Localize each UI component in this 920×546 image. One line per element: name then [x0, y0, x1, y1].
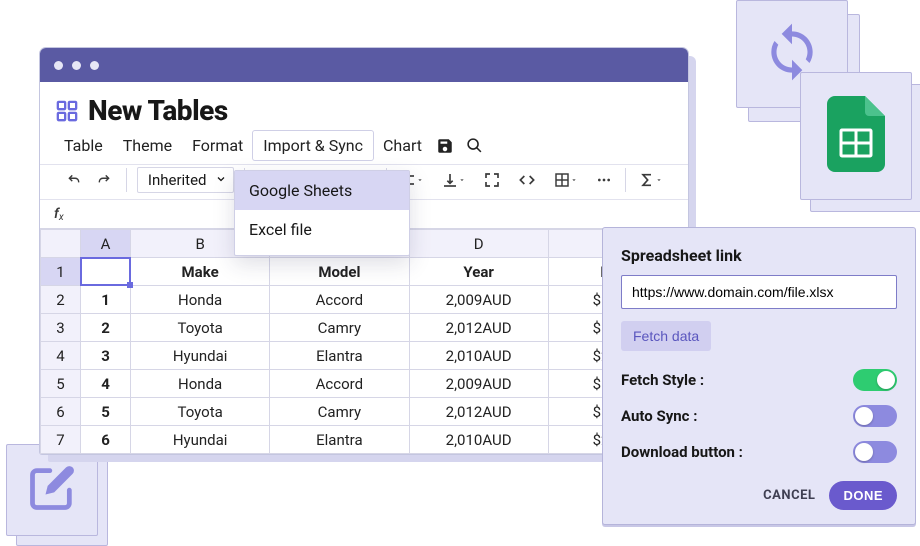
borders-icon[interactable]: [551, 169, 581, 191]
cell[interactable]: Camry: [270, 398, 409, 426]
menu-chart[interactable]: Chart: [373, 131, 432, 160]
cell[interactable]: Hyundai: [131, 426, 270, 454]
menu-table[interactable]: Table: [54, 131, 113, 160]
col-header[interactable]: A: [81, 230, 131, 258]
cell[interactable]: [81, 258, 131, 286]
option-row: Auto Sync :: [621, 405, 897, 427]
cell[interactable]: Elantra: [270, 342, 409, 370]
menu-theme[interactable]: Theme: [113, 131, 182, 160]
code-icon[interactable]: [515, 169, 539, 191]
google-sheets-icon: [827, 96, 885, 176]
sigma-icon[interactable]: [636, 169, 666, 191]
cell[interactable]: Honda: [131, 370, 270, 398]
window-control-dot[interactable]: [72, 61, 81, 70]
edit-card: [6, 444, 98, 536]
cell[interactable]: Accord: [270, 286, 409, 314]
redo-icon[interactable]: [92, 170, 116, 190]
cell[interactable]: 2,012AUD: [409, 398, 548, 426]
option-row: Fetch Style :: [621, 369, 897, 391]
chevron-down-icon: [215, 171, 227, 189]
option-label: Auto Sync :: [621, 407, 697, 425]
cell[interactable]: 5: [81, 398, 131, 426]
option-label: Fetch Style :: [621, 371, 704, 389]
window-control-dot[interactable]: [90, 61, 99, 70]
app-logo-icon: [56, 100, 78, 122]
corner-cell[interactable]: [41, 230, 81, 258]
cell[interactable]: 2: [81, 314, 131, 342]
cell[interactable]: Accord: [270, 370, 409, 398]
window-titlebar[interactable]: [40, 48, 688, 82]
import-sync-dropdown: Google Sheets Excel file: [234, 170, 410, 256]
table-row: 76HyundaiElantra2,010AUD$22000: [41, 426, 688, 454]
menu-bar: Table Theme Format Import & Sync Chart: [40, 131, 688, 164]
fullscreen-icon[interactable]: [481, 169, 503, 191]
table-row: 54HondaAccord2,009AUD$12000: [41, 370, 688, 398]
toggle-fetch-style[interactable]: [853, 369, 897, 391]
page-title: New Tables: [88, 94, 228, 127]
menu-format[interactable]: Format: [182, 131, 253, 160]
more-icon[interactable]: [593, 169, 615, 191]
cell[interactable]: Camry: [270, 314, 409, 342]
cell[interactable]: 6: [81, 426, 131, 454]
font-family-select[interactable]: Inherited: [137, 167, 234, 193]
cell[interactable]: Make: [131, 258, 270, 286]
row-header[interactable]: 6: [41, 398, 81, 426]
row-header[interactable]: 2: [41, 286, 81, 314]
toggle-auto-sync[interactable]: [853, 405, 897, 427]
cell[interactable]: Toyota: [131, 398, 270, 426]
table-row: 43HyundaiElantra2,010AUD$22000: [41, 342, 688, 370]
row-header[interactable]: 7: [41, 426, 81, 454]
undo-icon[interactable]: [62, 170, 86, 190]
cell[interactable]: Hyundai: [131, 342, 270, 370]
cell[interactable]: 2,010AUD: [409, 342, 548, 370]
cell[interactable]: 4: [81, 370, 131, 398]
cell[interactable]: 1: [81, 286, 131, 314]
table-row: 1MakeModelYearPrice: [41, 258, 688, 286]
table-row: 32ToyotaCamry2,012AUD$14900: [41, 314, 688, 342]
cell[interactable]: 3: [81, 342, 131, 370]
search-icon[interactable]: [466, 137, 483, 154]
spreadsheet-url-input[interactable]: [621, 275, 897, 309]
spreadsheet[interactable]: A B C D E 1MakeModelYearPrice21HondaAcco…: [40, 228, 688, 454]
row-header[interactable]: 1: [41, 258, 81, 286]
option-row: Download button :: [621, 441, 897, 463]
cell[interactable]: Year: [409, 258, 548, 286]
option-label: Download button :: [621, 443, 743, 461]
sheets-card: [800, 72, 912, 200]
col-header[interactable]: D: [409, 230, 548, 258]
window-control-dot[interactable]: [54, 61, 63, 70]
row-header[interactable]: 4: [41, 342, 81, 370]
dropdown-item-google-sheets[interactable]: Google Sheets: [235, 171, 409, 210]
cell[interactable]: 2,010AUD: [409, 426, 548, 454]
row-header[interactable]: 3: [41, 314, 81, 342]
table-row: 65ToyotaCamry2,012AUD$14900: [41, 398, 688, 426]
cell[interactable]: 2,012AUD: [409, 314, 548, 342]
save-icon[interactable]: [436, 137, 454, 155]
cell[interactable]: Toyota: [131, 314, 270, 342]
menu-import-sync[interactable]: Import & Sync: [253, 131, 373, 160]
cell[interactable]: Model: [270, 258, 409, 286]
toggle-download-button[interactable]: [853, 441, 897, 463]
row-header[interactable]: 5: [41, 370, 81, 398]
cell[interactable]: Elantra: [270, 426, 409, 454]
cell[interactable]: Honda: [131, 286, 270, 314]
fetch-data-button[interactable]: Fetch data: [621, 321, 711, 351]
dropdown-item-excel-file[interactable]: Excel file: [235, 210, 409, 249]
spreadsheet-link-modal: Spreadsheet link Fetch data Fetch Style …: [602, 227, 916, 525]
table-row: 21HondaAccord2,009AUD$12000: [41, 286, 688, 314]
cancel-button[interactable]: CANCEL: [763, 488, 815, 503]
edit-icon: [26, 462, 78, 518]
done-button[interactable]: DONE: [829, 481, 897, 510]
cell[interactable]: 2,009AUD: [409, 286, 548, 314]
font-family-value: Inherited: [148, 171, 207, 189]
modal-title: Spreadsheet link: [621, 246, 897, 265]
valign-icon[interactable]: [439, 169, 469, 191]
cell[interactable]: 2,009AUD: [409, 370, 548, 398]
